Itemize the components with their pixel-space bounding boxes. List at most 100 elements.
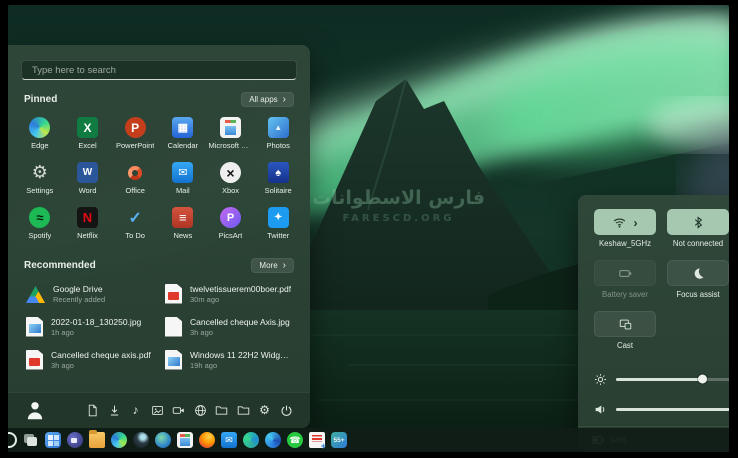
start-menu-footer: ♪ ⚙ (8, 392, 310, 428)
whatsapp-icon[interactable] (287, 432, 303, 448)
pinned-app-microsoft-store[interactable]: Microsoft Store (207, 111, 255, 156)
task-view-icon[interactable] (23, 432, 39, 448)
pictures-icon[interactable] (151, 404, 164, 417)
recommended-title: Recommended (24, 260, 96, 271)
document-plus-icon[interactable] (309, 432, 325, 448)
volume-slider[interactable] (616, 408, 729, 411)
start-button[interactable] (8, 432, 17, 448)
all-apps-button[interactable]: All apps (241, 92, 294, 107)
chat-icon[interactable] (67, 432, 83, 448)
recommended-grid: Google DriveRecently added twelvetissuer… (20, 277, 298, 376)
microsoft-store-icon[interactable] (177, 432, 193, 448)
pinned-app-picsart[interactable]: PicsArt (207, 201, 255, 246)
videos-icon[interactable] (172, 404, 185, 417)
pinned-app-to-do[interactable]: To Do (111, 201, 159, 246)
settings-gear-icon[interactable]: ⚙ (258, 404, 271, 417)
recommended-item[interactable]: Windows 11 22H2 Widgets.jpg19h ago (159, 343, 298, 376)
brightness-slider-row (594, 364, 729, 394)
toggle-wifi: Keshaw_5GHz (594, 209, 656, 248)
pinned-app-photos[interactable]: Photos (254, 111, 302, 156)
firefox-icon[interactable] (199, 432, 215, 448)
spotify-icon (29, 207, 50, 228)
netflix-icon (77, 207, 98, 228)
edge-dev-icon[interactable] (243, 432, 259, 448)
picsart-icon (220, 207, 241, 228)
pinned-app-powerpoint[interactable]: PowerPoint (111, 111, 159, 156)
edge-icon (29, 117, 50, 138)
edge-icon[interactable] (111, 432, 127, 448)
power-icon[interactable] (280, 404, 293, 417)
chevron-right-icon[interactable] (634, 215, 638, 230)
cast-icon (619, 318, 632, 331)
pinned-app-calendar[interactable]: Calendar (159, 111, 207, 156)
widgets-icon[interactable] (45, 432, 61, 448)
folder-icon[interactable] (237, 404, 250, 417)
bluetooth-button[interactable] (667, 209, 729, 235)
user-avatar[interactable] (24, 400, 46, 422)
dark-browser-icon[interactable] (133, 432, 149, 448)
google-drive-icon (26, 286, 45, 303)
recommended-item[interactable]: Cancelled cheque Axis.jpg3h ago (159, 310, 298, 343)
brightness-sun-icon (594, 373, 607, 386)
moon-icon (692, 267, 705, 280)
pinned-app-excel[interactable]: Excel (64, 111, 112, 156)
music-icon[interactable]: ♪ (129, 404, 142, 417)
pinned-app-settings[interactable]: Settings (16, 156, 64, 201)
pinned-app-mail[interactable]: Mail (159, 156, 207, 201)
focus-assist-button[interactable] (667, 260, 729, 286)
file-explorer-icon[interactable] (215, 404, 228, 417)
excel-icon (77, 117, 98, 138)
volume-slider-row (594, 394, 729, 424)
xbox-icon (220, 162, 241, 183)
recommended-item[interactable]: twelvetissuerem00boer.pdf30m ago (159, 277, 298, 310)
news-icon (172, 207, 193, 228)
battery-saver-button[interactable] (594, 260, 656, 286)
pinned-title: Pinned (24, 94, 57, 105)
powerpoint-icon (125, 117, 146, 138)
pinned-app-spotify[interactable]: Spotify (16, 201, 64, 246)
mail-icon (172, 162, 193, 183)
pdf-file-icon (26, 350, 43, 370)
search-input[interactable] (21, 60, 297, 80)
word-icon (77, 162, 98, 183)
start-menu: Pinned All apps Edge Excel PowerPoint Ca… (8, 45, 310, 428)
pinned-app-twitter[interactable]: Twitter (254, 201, 302, 246)
wifi-icon (613, 216, 626, 229)
quick-settings-panel: Keshaw_5GHz Not connected Airplane mode … (578, 195, 729, 452)
documents-icon[interactable] (86, 404, 99, 417)
pinned-app-office[interactable]: Office (111, 156, 159, 201)
twitter-icon (268, 207, 289, 228)
app-badge-icon[interactable]: 55+ (331, 432, 347, 448)
cast-button[interactable] (594, 311, 656, 337)
chevron-right-icon (283, 261, 286, 270)
internet-globe-icon[interactable] (155, 432, 171, 448)
brightness-slider-handle[interactable] (698, 375, 707, 384)
recommended-item[interactable]: 2022-01-18_130250.jpg1h ago (20, 310, 159, 343)
battery-icon (619, 267, 632, 280)
edge-beta-icon[interactable] (265, 432, 281, 448)
pinned-app-news[interactable]: News (159, 201, 207, 246)
recommended-item[interactable]: Cancelled cheque axis.pdf3h ago (20, 343, 159, 376)
more-button[interactable]: More (251, 258, 294, 273)
file-explorer-icon[interactable] (89, 432, 105, 448)
image-file-icon (165, 350, 182, 370)
volume-speaker-icon (594, 403, 607, 416)
pinned-app-netflix[interactable]: Netflix (64, 201, 112, 246)
downloads-icon[interactable] (108, 404, 121, 417)
pinned-app-solitaire[interactable]: Solitaire (254, 156, 302, 201)
pinned-app-edge[interactable]: Edge (16, 111, 64, 156)
toggle-cast: Cast (594, 311, 656, 350)
calendar-icon (172, 117, 193, 138)
chevron-right-icon (283, 95, 286, 104)
microsoft-store-icon (220, 117, 241, 138)
network-icon[interactable] (194, 404, 207, 417)
to-do-icon (125, 207, 146, 228)
pdf-file-icon (165, 284, 182, 304)
recommended-item[interactable]: Google DriveRecently added (20, 277, 159, 310)
pinned-app-word[interactable]: Word (64, 156, 112, 201)
mail-icon[interactable] (221, 432, 237, 448)
wifi-button[interactable] (594, 209, 656, 235)
brightness-slider[interactable] (616, 378, 729, 381)
toggle-battery-saver: Battery saver (594, 260, 656, 299)
pinned-app-xbox[interactable]: Xbox (207, 156, 255, 201)
